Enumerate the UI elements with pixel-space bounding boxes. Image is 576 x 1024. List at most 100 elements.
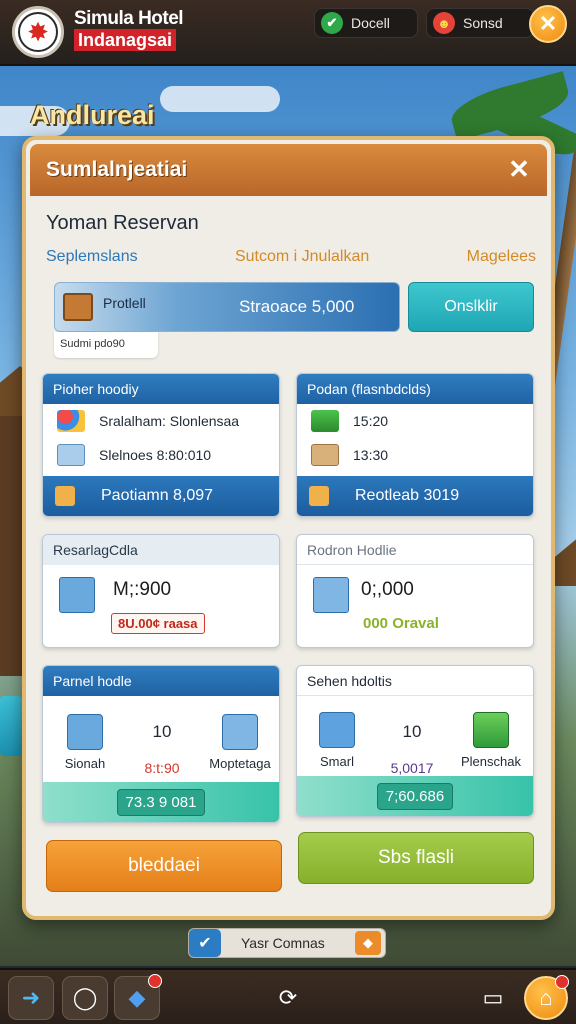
notification-badge — [555, 975, 569, 989]
bottom-nav: ➜ ◯ ◆ ⟳ ▭ ⌂ — [0, 968, 576, 1024]
room-chip: 73.3 9 081 — [116, 788, 206, 816]
orange-button-label: bleddaei — [128, 855, 200, 876]
tab-seplemslans[interactable]: Seplemslans — [46, 248, 138, 266]
tab-sutcom[interactable]: Sutcom i Jnulalkan — [235, 248, 369, 266]
compass-icon[interactable]: ⟳ — [265, 976, 311, 1020]
hotel-building-icon — [63, 293, 93, 321]
shop-icon[interactable]: ⌂ — [524, 975, 569, 1020]
rodron-card: Rodron Hodlie 0;,000 000 Oraval — [296, 534, 534, 648]
rodron-value: 0;,000 — [361, 579, 414, 600]
confirm-button-label: Onslklir — [444, 298, 498, 315]
tent-icon — [311, 444, 339, 466]
pool — [0, 696, 22, 756]
maple-leaf-icon: ✸ — [18, 12, 58, 52]
bed-icon — [57, 444, 85, 466]
green-action-button[interactable]: Sbs flasli — [298, 832, 534, 884]
docell-pill[interactable]: ✔ Docell — [314, 8, 418, 38]
card-header: Sehen hdoltis — [297, 666, 533, 696]
card-footer: Paotiamn 8,097 — [43, 476, 279, 516]
orange-action-button[interactable]: bleddaei — [46, 840, 282, 892]
tab-magelees[interactable]: Magelees — [467, 248, 536, 266]
room-col: 10 5,0017 — [377, 722, 447, 776]
dialog-header: Sumlalnjeatiai ✕ — [30, 144, 547, 196]
card-header: Rodron Hodlie — [297, 535, 533, 565]
row-text: 13:30 — [353, 447, 389, 463]
tab-row: Seplemslans Sutcom i Jnulalkan Magelees — [46, 248, 536, 266]
sonsd-label: Sonsd — [463, 15, 503, 31]
card-row: Slelnoes 8:80:010 — [43, 438, 279, 472]
grass-icon — [311, 410, 339, 432]
dialog-close-icon[interactable]: ✕ — [503, 153, 535, 185]
card-header: ResarlagCdla — [43, 535, 279, 565]
col-value: 10 — [152, 722, 172, 741]
status-chip[interactable]: ✔ Yasr Comnas ◆ — [188, 928, 386, 958]
card-footer: Reotleab 3019 — [297, 476, 533, 516]
coin-icon — [55, 486, 75, 506]
room-col: Sionah — [55, 714, 115, 771]
box-icon — [319, 712, 355, 748]
balls-icon — [57, 410, 85, 432]
room-col: Plenschak — [453, 712, 529, 769]
time-card: Podan (flasnbdclds) 15:20 13:30 Reotleab… — [296, 373, 534, 517]
col-label: Moptetaga — [209, 756, 271, 771]
room-col: Moptetaga — [203, 714, 277, 771]
envelope-icon — [309, 486, 329, 506]
notification-badge — [148, 974, 162, 988]
confirm-button[interactable]: Onslklir — [408, 282, 534, 332]
col-value: 10 — [402, 722, 422, 741]
reservation-tag-wrap: 8U.00¢ raasa — [111, 613, 205, 634]
docell-label: Docell — [351, 15, 390, 31]
reservation-dialog: Sumlalnjeatiai ✕ Yoman Reservan Seplemsl… — [22, 136, 555, 920]
top-bar: ✸ Simula Hotel Indanagsai ✔ Docell ☻ Son… — [0, 0, 576, 66]
room-col: 10 8:t:90 — [127, 722, 197, 776]
chat-icon[interactable]: ◯ — [62, 976, 108, 1020]
reservation-value: M;:900 — [113, 579, 172, 600]
hotel-logo: ✸ — [12, 6, 64, 58]
col-label: 5,0017 — [390, 760, 434, 776]
rodron-tag: 000 Oraval — [363, 615, 439, 632]
reservation-tag: 8U.00¢ raasa — [111, 613, 205, 634]
col-label: Smarl — [320, 754, 354, 769]
card-header: Pioher hoodiy — [43, 374, 279, 404]
check-badge-icon — [222, 714, 258, 750]
brand-subtitle: Indanagsai — [74, 29, 177, 51]
sub-note: Sudmi pdo90 — [54, 332, 158, 358]
card-row: Sralalham: Slonlensaa — [43, 404, 279, 438]
card-row: 13:30 — [297, 438, 533, 472]
row-text: Slelnoes 8:80:010 — [99, 447, 212, 463]
row-text: 15:20 — [353, 413, 389, 429]
room-col: Smarl — [307, 712, 367, 769]
check-shield-icon: ✔ — [321, 12, 343, 34]
cube-icon — [67, 714, 103, 750]
price-value: Straoace 5,000 — [239, 297, 355, 316]
sonsd-pill[interactable]: ☻ Sonsd — [426, 8, 534, 38]
status-label: Yasr Comnas — [241, 935, 325, 951]
dialog-title: Sumlalnjeatiai — [46, 158, 188, 181]
map-icon[interactable]: ◆ — [114, 974, 162, 1020]
green-cube-icon — [473, 712, 509, 748]
check-icon: ✔ — [189, 929, 221, 957]
cloud — [160, 86, 280, 112]
window-icon[interactable]: ▭ — [470, 976, 516, 1020]
guest-avatar-icon — [313, 577, 349, 613]
hotel-info-card: Pioher hoodiy Sralalham: Slonlensaa Slel… — [42, 373, 280, 517]
price-label: Protlell — [103, 295, 146, 311]
room-strip: 7;60.686 — [297, 776, 533, 816]
megaphone-icon: ◆ — [355, 931, 381, 955]
green-button-label: Sbs flasli — [377, 847, 455, 868]
price-bar: Protlell Straoace 5,000 — [54, 282, 400, 332]
room-card-left: Parnel hodle Sionah 10 8:t:90 Moptetaga … — [42, 665, 280, 823]
reservation-card: ResarlagCdla M;:900 8U.00¢ raasa — [42, 534, 280, 648]
col-label: Plenschak — [461, 754, 521, 769]
back-arrow-icon[interactable]: ➜ — [8, 976, 54, 1020]
building-icon — [59, 577, 95, 613]
hut — [0, 416, 22, 676]
card-row: 15:20 — [297, 404, 533, 438]
card-header: Parnel hodle — [43, 666, 279, 696]
card-header: Podan (flasnbdclds) — [297, 374, 533, 404]
footer-text: Reotleab 3019 — [355, 487, 460, 504]
close-icon[interactable]: ✕ — [529, 5, 567, 43]
room-chip: 7;60.686 — [376, 782, 454, 810]
col-label: Sionah — [64, 756, 106, 771]
room-card-right: Sehen hdoltis Smarl 10 5,0017 Plenschak … — [296, 665, 534, 817]
